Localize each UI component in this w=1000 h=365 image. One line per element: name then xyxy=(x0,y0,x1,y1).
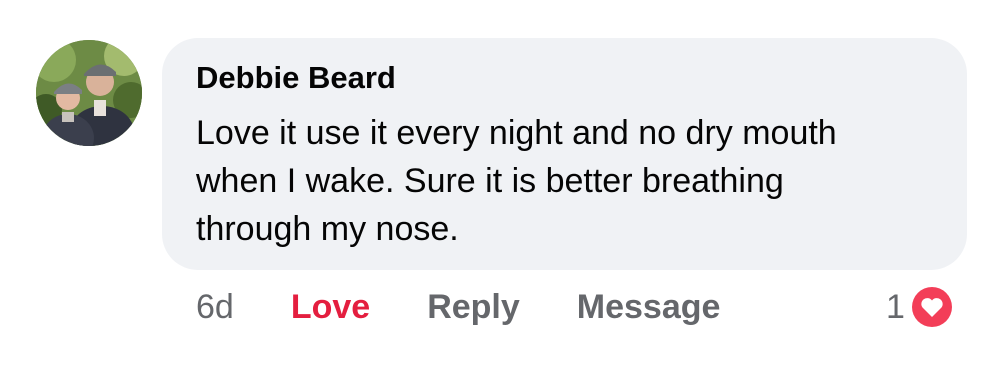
reaction-summary[interactable]: 1 xyxy=(886,284,955,330)
comment-author[interactable]: Debbie Beard xyxy=(196,60,396,96)
comment-text: Love it use it every night and no dry mo… xyxy=(196,114,837,248)
comment-bubble: Debbie Beard Love it use it every night … xyxy=(162,38,967,270)
heart-icon xyxy=(909,285,954,329)
reply-button[interactable]: Reply xyxy=(427,288,520,327)
avatar-photo xyxy=(36,40,142,146)
reaction-count: 1 xyxy=(886,287,905,326)
message-button[interactable]: Message xyxy=(577,288,721,327)
avatar[interactable] xyxy=(36,40,142,146)
comment-actions: 6d Love Reply Message xyxy=(196,285,720,329)
comment-timestamp[interactable]: 6d xyxy=(196,288,234,327)
love-button[interactable]: Love xyxy=(291,288,370,327)
comment: Debbie Beard Love it use it every night … xyxy=(0,0,1000,365)
